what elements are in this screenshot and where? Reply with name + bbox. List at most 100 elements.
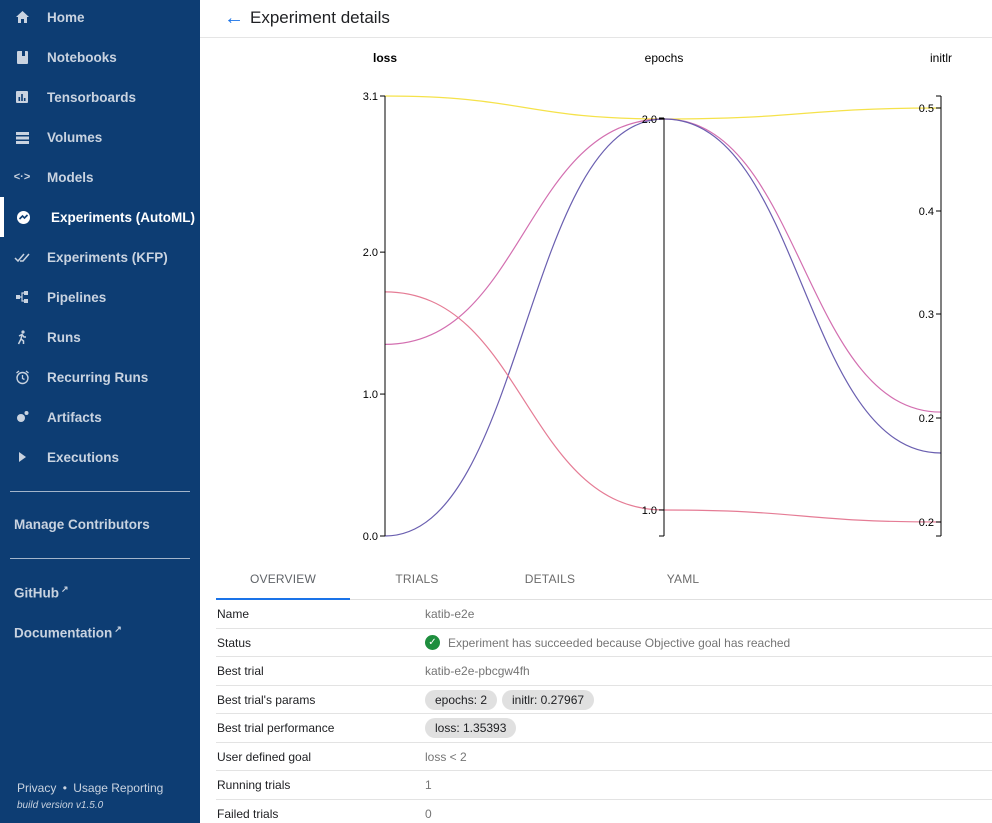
sidebar-item-label: Artifacts xyxy=(47,409,102,425)
sidebar-item-experiments-kfp[interactable]: Experiments (KFP) xyxy=(0,237,200,277)
row-key: Failed trials xyxy=(217,806,279,821)
sidebar-item-artifacts[interactable]: Artifacts xyxy=(0,397,200,437)
documentation-link[interactable]: Documentation ↗ xyxy=(14,624,122,641)
github-link[interactable]: GitHub ↗ xyxy=(14,584,69,601)
build-version: build version v1.5.0 xyxy=(17,800,104,811)
arrow-back-icon[interactable]: ← xyxy=(224,7,244,30)
table-row: Running trials 1 xyxy=(216,771,992,800)
table-row: Best trial's params epochs: 2 initlr: 0.… xyxy=(216,686,992,714)
sidebar-item-executions[interactable]: Executions xyxy=(0,437,200,477)
sidebar-item-runs[interactable]: Runs xyxy=(0,317,200,357)
play-icon xyxy=(14,449,30,465)
chart-icon xyxy=(14,89,30,105)
runs-icon xyxy=(14,329,30,345)
alarm-icon xyxy=(14,369,30,385)
tab-overview[interactable]: OVERVIEW xyxy=(216,566,350,600)
tick-label: 0.0 xyxy=(363,531,378,543)
tick-label: 0.3 xyxy=(919,309,934,321)
row-key: Best trial performance xyxy=(217,721,335,735)
row-key: Running trials xyxy=(217,778,291,792)
sidebar-divider xyxy=(10,558,190,559)
status-text: Experiment has succeeded because Objecti… xyxy=(448,635,791,650)
tab-details[interactable]: DETAILS xyxy=(483,566,617,600)
sidebar-item-experiments-automl[interactable]: Experiments (AutoML) xyxy=(0,197,200,237)
page-title: Experiment details xyxy=(250,8,390,27)
axis-label-epochs: epochs xyxy=(645,51,684,65)
usage-reporting-link[interactable]: Usage Reporting xyxy=(73,781,163,795)
table-row: Failed trials 0 xyxy=(216,800,992,823)
series-line-1 xyxy=(384,118,942,413)
axis-label-initlr: initlr xyxy=(930,51,952,65)
running-trials-value: 1 xyxy=(425,778,432,792)
github-label: GitHub xyxy=(14,585,59,601)
parallel-coordinates-chart: loss 0.0 1.0 2.0 3.1 epochs 1.0 2.0 initlr 0.2 0.2… xyxy=(363,51,952,543)
tick-label: 0.2 xyxy=(919,517,934,529)
sidebar: Home Notebooks Tensorboards Volumes <·> … xyxy=(0,0,200,823)
sidebar-item-models[interactable]: <·> Models xyxy=(0,157,200,197)
table-row: Best trial performance loss: 1.35393 xyxy=(216,714,992,743)
tick-label: 3.1 xyxy=(363,91,378,103)
notebook-icon xyxy=(14,49,30,65)
table-row: Best trial katib-e2e-pbcgw4fh xyxy=(216,657,992,686)
privacy-link[interactable]: Privacy xyxy=(17,781,56,795)
home-icon xyxy=(14,9,30,25)
check-circle-icon: ✓ xyxy=(425,634,440,650)
row-key: Status xyxy=(217,635,252,650)
sidebar-item-volumes[interactable]: Volumes xyxy=(0,117,200,157)
footer-separator: • xyxy=(62,781,67,795)
goal-value: loss < 2 xyxy=(425,749,467,764)
app-root: Home Notebooks Tensorboards Volumes <·> … xyxy=(0,0,992,823)
sidebar-item-label: Executions xyxy=(47,449,120,465)
param-chip-epochs: epochs: 2 xyxy=(425,689,498,710)
table-row: Status ✓ Experiment has succeeded becaus… xyxy=(216,629,992,657)
sidebar-item-label: Recurring Runs xyxy=(47,369,149,385)
sidebar-item-recurring-runs[interactable]: Recurring Runs xyxy=(0,357,200,397)
tab-yaml[interactable]: YAML xyxy=(616,566,750,600)
param-chip-initlr: initlr: 0.27967 xyxy=(502,689,595,710)
performance-chip-loss: loss: 1.35393 xyxy=(425,718,517,738)
experiment-name: katib-e2e xyxy=(425,607,475,621)
main-content: ← Experiment details loss 0.0 1.0 2.0 3.1 epo… xyxy=(200,0,992,823)
page-header: ← Experiment details xyxy=(200,0,992,38)
sidebar-divider xyxy=(10,491,190,492)
axis-label-loss: loss xyxy=(373,51,397,65)
tick-label: 0.5 xyxy=(919,103,934,115)
tick-label: 1.0 xyxy=(363,389,378,401)
tick-label: 1.0 xyxy=(642,505,657,517)
row-key: Best trial's params xyxy=(217,692,316,707)
row-key: Name xyxy=(217,607,250,621)
sidebar-item-tensorboards[interactable]: Tensorboards xyxy=(0,77,200,117)
sidebar-item-label: Home xyxy=(47,9,85,25)
sidebar-footer: Privacy • Usage Reporting xyxy=(17,781,163,795)
artifacts-icon xyxy=(14,409,30,425)
sidebar-item-pipelines[interactable]: Pipelines xyxy=(0,277,200,317)
tick-label: 2.0 xyxy=(642,114,657,126)
tick-label: 2.0 xyxy=(363,247,378,259)
sidebar-item-notebooks[interactable]: Notebooks xyxy=(0,37,200,77)
sidebar-item-label: Models xyxy=(47,169,94,185)
table-row: Name katib-e2e xyxy=(216,600,992,629)
pipelines-icon xyxy=(14,289,30,305)
code-arrows-icon: <·> xyxy=(13,171,31,183)
sidebar-item-label: Notebooks xyxy=(47,49,117,65)
sidebar-item-label: Experiments (AutoML) xyxy=(51,209,196,225)
failed-trials-value: 0 xyxy=(425,806,432,821)
tick-label: 0.2 xyxy=(919,413,934,425)
table-row: User defined goal loss < 2 xyxy=(216,743,992,771)
experiments-kfp-icon xyxy=(14,249,30,265)
tab-trials[interactable]: TRIALS xyxy=(350,566,484,600)
documentation-label: Documentation xyxy=(14,625,113,641)
storage-icon xyxy=(14,129,30,145)
row-key: User defined goal xyxy=(217,749,312,764)
external-link-icon: ↗ xyxy=(114,624,122,634)
tick-label: 0.4 xyxy=(919,206,934,218)
sidebar-item-home[interactable]: Home xyxy=(0,0,200,37)
external-link-icon: ↗ xyxy=(61,584,69,594)
row-key: Best trial xyxy=(217,664,264,678)
manage-contributors-link[interactable]: Manage Contributors xyxy=(14,517,150,532)
best-trial-value: katib-e2e-pbcgw4fh xyxy=(425,664,530,678)
sidebar-item-label: Experiments (KFP) xyxy=(47,249,168,265)
sidebar-item-label: Volumes xyxy=(47,129,103,145)
experiments-automl-icon xyxy=(15,209,31,225)
sidebar-item-label: Pipelines xyxy=(47,289,107,305)
